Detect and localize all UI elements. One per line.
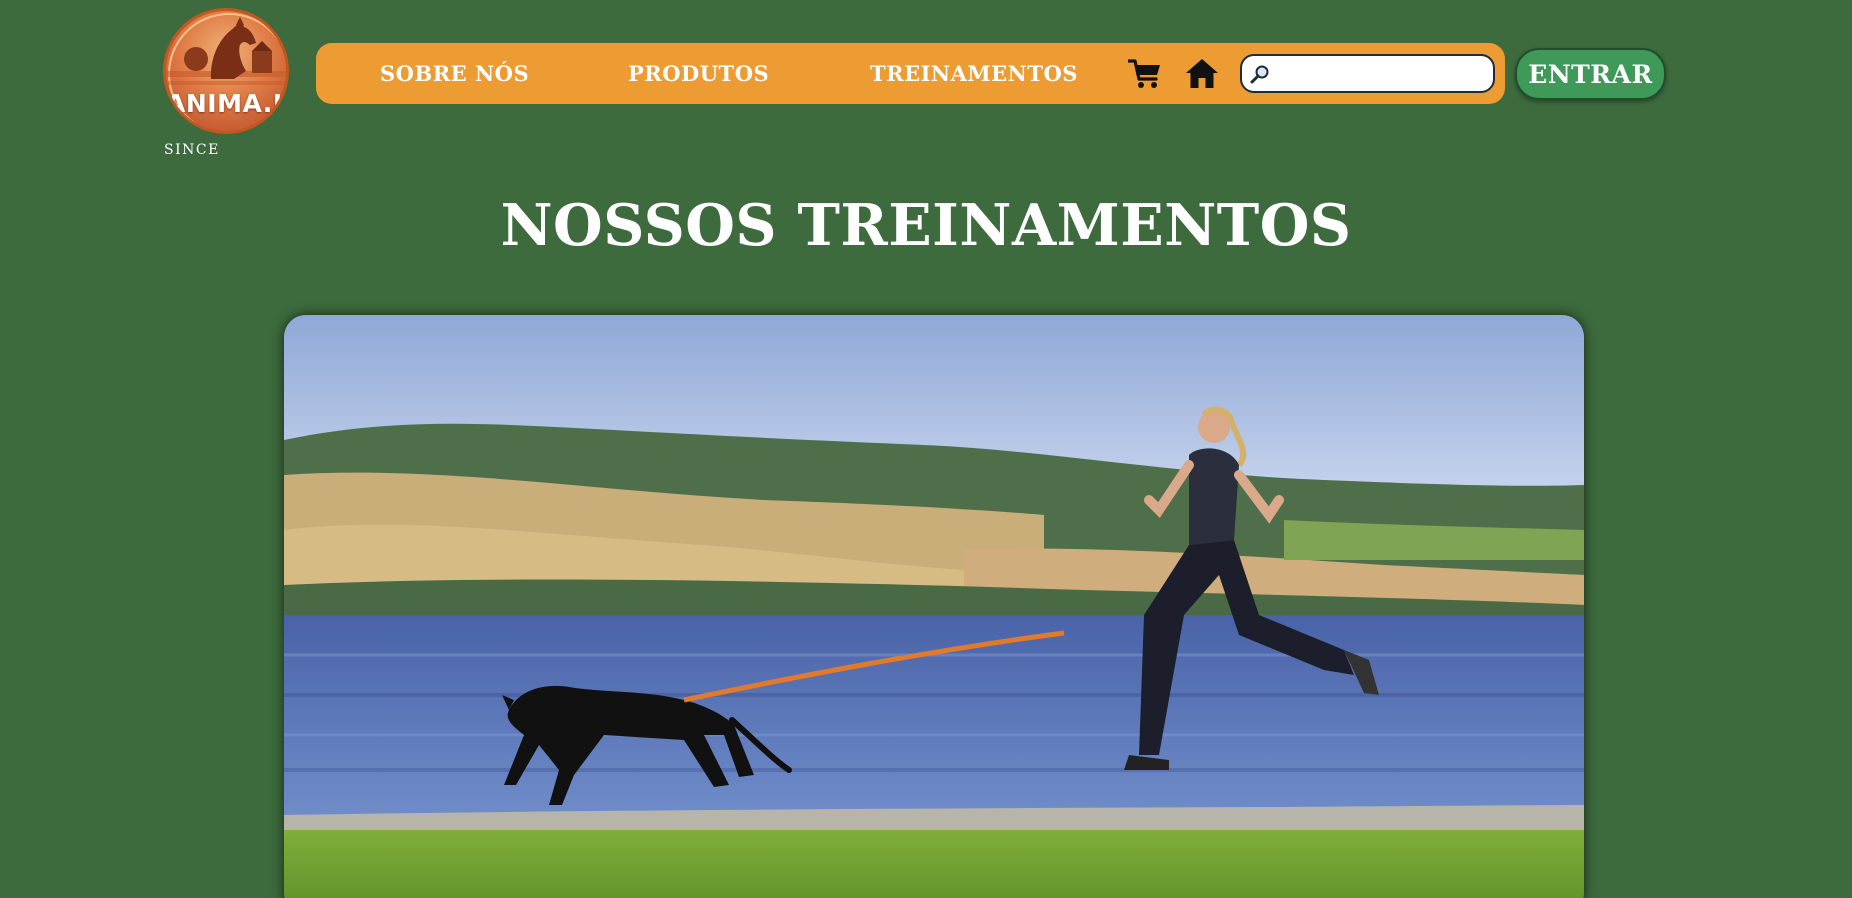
cart-icon[interactable] <box>1128 58 1162 90</box>
brand-logo[interactable]: ANIMA.IA <box>163 8 289 134</box>
search-icon <box>1250 65 1269 84</box>
brand-since: SINCE <box>164 142 220 158</box>
brand-name: ANIMA.IA <box>166 89 289 118</box>
page: ANIMA.IA SINCE SOBRE NÓS PRODUTOS TREINA… <box>0 0 1852 898</box>
nav-link-trainings[interactable]: TREINAMENTOS <box>870 43 1078 104</box>
home-icon[interactable] <box>1185 57 1219 90</box>
navbar: SOBRE NÓS PRODUTOS TREINAMENTOS <box>316 43 1505 104</box>
nav-link-about[interactable]: SOBRE NÓS <box>380 43 529 104</box>
hero-image <box>284 315 1584 898</box>
page-title: NOSSOS TREINAMENTOS <box>500 192 1352 259</box>
nav-link-products[interactable]: PRODUTOS <box>628 43 769 104</box>
login-button[interactable]: ENTRAR <box>1515 48 1666 100</box>
search-input[interactable] <box>1276 60 1488 88</box>
search-box <box>1240 54 1495 93</box>
runner-with-dog-photo <box>284 315 1584 898</box>
